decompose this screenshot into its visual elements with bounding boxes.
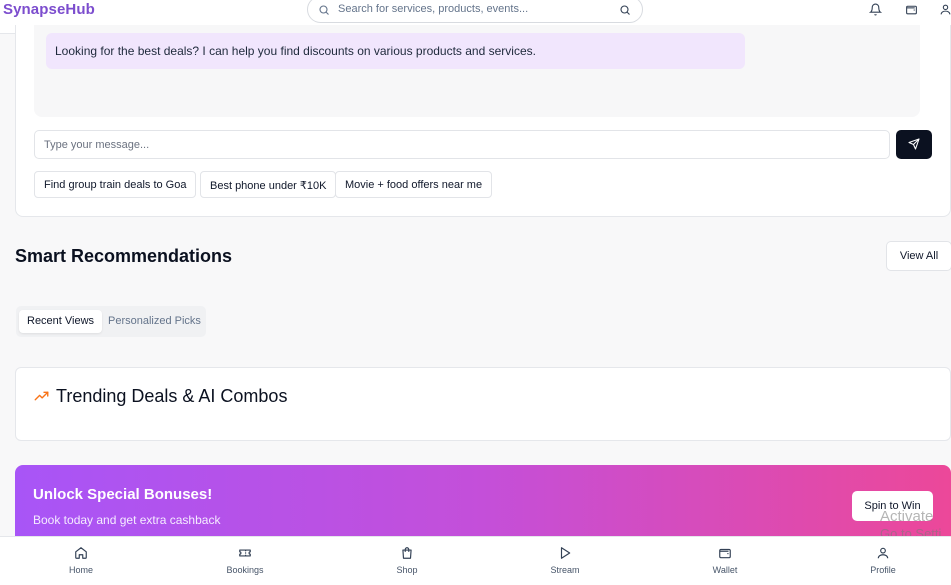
chat-message-input[interactable] xyxy=(34,130,890,159)
ticket-icon xyxy=(239,549,251,557)
play-icon xyxy=(560,547,571,559)
recommendation-tabs: Recent Views Personalized Picks xyxy=(16,306,206,337)
trending-up-icon xyxy=(34,391,49,401)
promo-banner: Unlock Special Bonuses! Book today and g… xyxy=(15,465,951,545)
watermark-line1: Activate xyxy=(880,508,934,525)
trending-title: Trending Deals & AI Combos xyxy=(56,386,288,406)
nav-label: Wallet xyxy=(712,565,738,575)
app-logo[interactable]: SynapseHub xyxy=(3,1,95,18)
user-icon[interactable] xyxy=(939,3,951,16)
chat-messages-area: Looking for the best deals? I can help y… xyxy=(34,25,920,117)
section-title: Smart Recommendations xyxy=(15,246,233,266)
trending-deals-card: Trending Deals & AI Combos xyxy=(15,367,951,441)
search-submit-icon[interactable] xyxy=(619,4,631,16)
nav-label: Stream xyxy=(550,565,580,575)
tab-recent-views[interactable]: Recent Views xyxy=(19,310,103,333)
nav-home[interactable]: Home xyxy=(36,537,126,585)
tab-personalized-picks[interactable]: Personalized Picks xyxy=(100,310,209,333)
suggestion-chip[interactable]: Find group train deals to Goa xyxy=(34,171,197,198)
ai-chat-card: Looking for the best deals? I can help y… xyxy=(15,25,951,217)
nav-label: Profile xyxy=(870,565,896,575)
send-button[interactable] xyxy=(896,130,932,159)
search-bar[interactable] xyxy=(307,0,643,23)
wallet-icon[interactable] xyxy=(905,3,918,16)
nav-label: Shop xyxy=(396,565,418,575)
promo-subtitle: Book today and get extra cashback xyxy=(33,513,221,527)
nav-label: Home xyxy=(68,565,93,575)
view-all-button[interactable]: View All xyxy=(886,241,951,271)
home-icon xyxy=(75,547,87,559)
bell-icon[interactable] xyxy=(869,3,882,16)
bot-message-bubble: Looking for the best deals? I can help y… xyxy=(46,33,745,69)
bottom-navigation: Home Bookings Shop Stream Wallet Profile xyxy=(0,536,951,585)
user-icon xyxy=(877,547,889,559)
search-input[interactable] xyxy=(338,0,608,18)
suggestion-chip[interactable]: Best phone under ₹10K xyxy=(200,171,337,198)
nav-stream[interactable]: Stream xyxy=(520,537,610,585)
nav-label: Bookings xyxy=(226,565,264,575)
nav-bookings[interactable]: Bookings xyxy=(200,537,290,585)
nav-profile[interactable]: Profile xyxy=(838,537,928,585)
suggestion-chip[interactable]: Movie + food offers near me xyxy=(335,171,493,198)
wallet-icon xyxy=(719,548,731,559)
nav-shop[interactable]: Shop xyxy=(362,537,452,585)
shopping-bag-icon xyxy=(402,547,412,559)
send-icon xyxy=(908,138,920,150)
nav-wallet[interactable]: Wallet xyxy=(680,537,770,585)
promo-title: Unlock Special Bonuses! xyxy=(33,486,213,503)
search-icon xyxy=(319,5,329,15)
